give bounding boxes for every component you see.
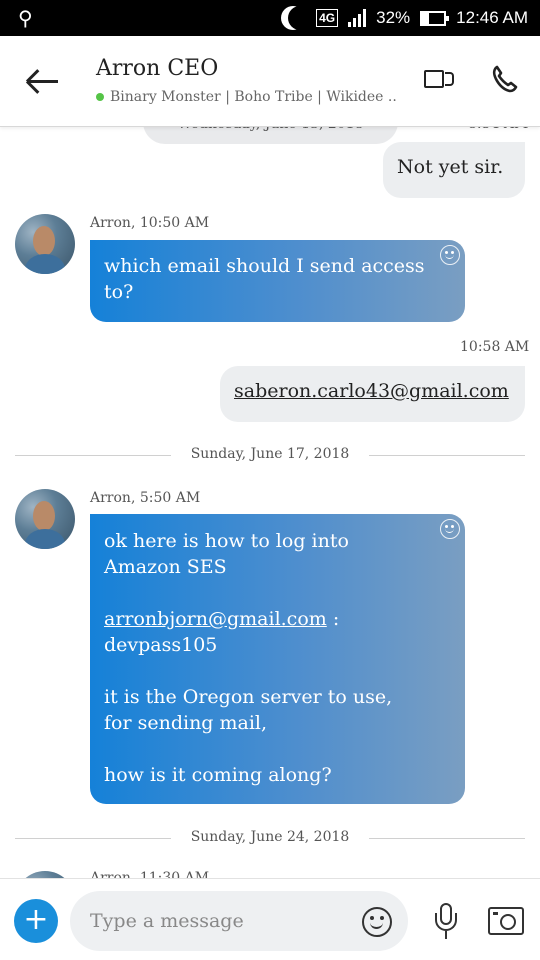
avatar[interactable] xyxy=(15,489,75,549)
date-separator-line xyxy=(369,455,525,456)
add-reaction-icon[interactable] xyxy=(440,519,460,539)
avatar[interactable] xyxy=(15,214,75,274)
message-input-container[interactable] xyxy=(70,891,408,951)
chat-area[interactable]: Wednesday, June 13, 2018 8:54 AM Not yet… xyxy=(0,0,540,960)
conversation-header: Arron CEO Binary Monster | Boho Tribe | … xyxy=(0,36,540,127)
message-composer: + xyxy=(0,878,540,960)
message-text: how is it coming along? xyxy=(104,764,332,786)
message-text: which email should I send access to? xyxy=(104,255,425,303)
microphone-icon[interactable] xyxy=(432,903,460,941)
date-separator-line xyxy=(15,838,171,839)
contact-status[interactable]: Binary Monster | Boho Tribe | Wikidee ..… xyxy=(96,89,396,105)
outgoing-message[interactable]: saberon.carlo43@gmail.com xyxy=(220,366,525,422)
email-link[interactable]: saberon.carlo43@gmail.com xyxy=(234,380,509,402)
emoji-icon[interactable] xyxy=(362,907,392,937)
email-link[interactable]: arronbjorn@gmail.com xyxy=(104,608,327,630)
phone-call-icon[interactable] xyxy=(490,64,520,94)
sender-label: Arron, 5:50 AM xyxy=(90,490,201,506)
camera-icon[interactable] xyxy=(488,907,524,935)
message-time: 10:58 AM xyxy=(460,339,530,355)
contact-name[interactable]: Arron CEO xyxy=(96,56,218,81)
video-call-icon[interactable] xyxy=(424,68,456,90)
date-separator-line xyxy=(369,838,525,839)
back-arrow-icon[interactable] xyxy=(25,64,60,98)
incoming-message[interactable]: ok here is how to log into Amazon SES ar… xyxy=(90,514,465,804)
add-attachment-button[interactable]: + xyxy=(14,899,58,943)
message-text: arronbjorn@gmail.com : devpass105 xyxy=(104,606,425,658)
incoming-message[interactable]: which email should I send access to? xyxy=(90,240,465,322)
date-separator: Sunday, June 17, 2018 xyxy=(190,446,350,462)
date-separator: Sunday, June 24, 2018 xyxy=(190,829,350,845)
message-text: ok here is how to log into Amazon SES xyxy=(104,530,349,578)
add-reaction-icon[interactable] xyxy=(440,245,460,265)
date-separator-line xyxy=(15,455,171,456)
sender-label: Arron, 10:50 AM xyxy=(90,215,210,231)
online-status-icon xyxy=(96,93,104,101)
message-input[interactable] xyxy=(90,903,360,939)
outgoing-message[interactable]: Not yet sir. xyxy=(383,142,525,198)
contact-status-text: Binary Monster | Boho Tribe | Wikidee ..… xyxy=(110,89,396,105)
message-text: Not yet sir. xyxy=(397,156,504,178)
message-text: it is the Oregon server to use, for send… xyxy=(104,686,393,734)
